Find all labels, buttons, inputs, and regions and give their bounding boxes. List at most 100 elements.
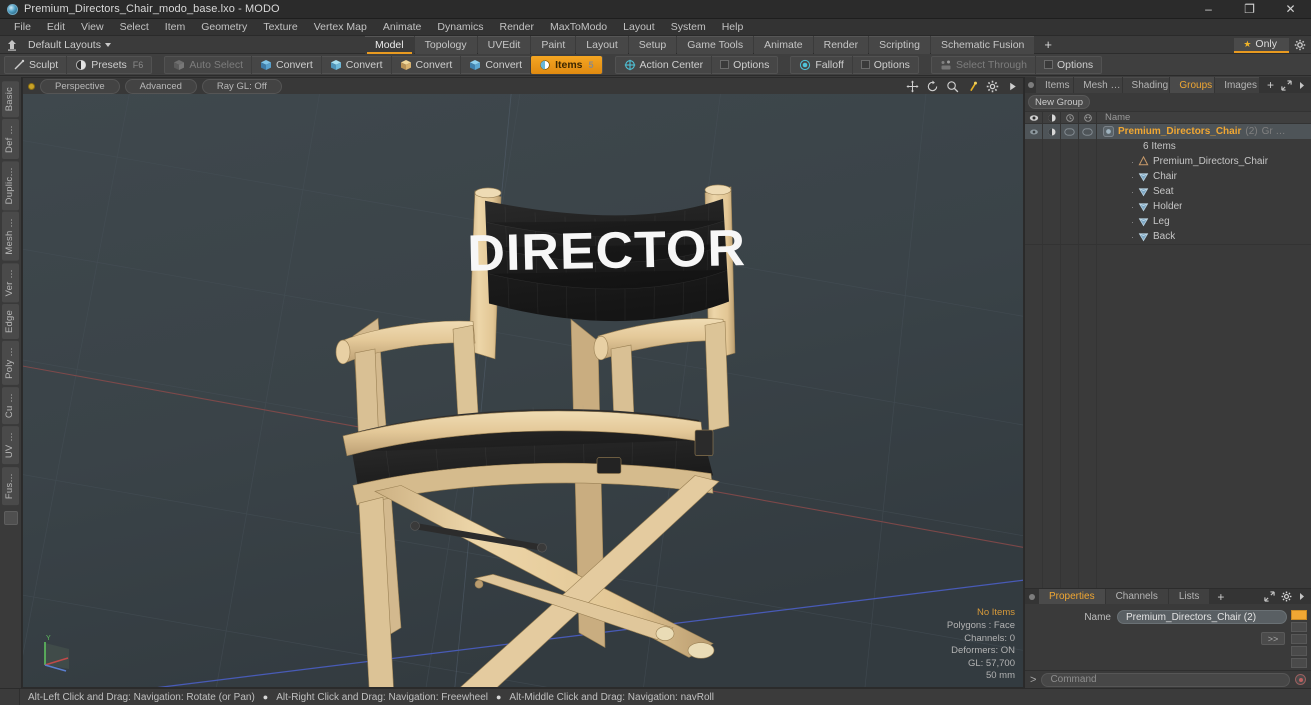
left-tab-fusion[interactable]: Fus… — [2, 466, 19, 505]
pan-icon[interactable] — [906, 80, 919, 93]
left-tab-polygon[interactable]: Poly … — [2, 341, 19, 386]
back-render-cell[interactable] — [1043, 229, 1061, 244]
layout-tab-animate[interactable]: Animate — [754, 35, 813, 54]
zoom-icon[interactable] — [946, 80, 959, 93]
seat-render-cell[interactable] — [1043, 184, 1061, 199]
menu-item-help[interactable]: Help — [714, 19, 752, 36]
back-visibility-cell[interactable] — [1025, 229, 1043, 244]
close-button[interactable]: ✕ — [1270, 0, 1311, 19]
locator-wire-cell[interactable] — [1079, 154, 1097, 169]
panel-tab-images[interactable]: Images — [1215, 77, 1259, 93]
tree-row-back[interactable]: · Back — [1025, 229, 1311, 244]
leg-visibility-cell[interactable] — [1025, 214, 1043, 229]
chair-wire-cell[interactable] — [1079, 169, 1097, 184]
sculpt-button[interactable]: Sculpt — [5, 55, 68, 74]
locator-render-cell[interactable] — [1043, 154, 1061, 169]
checkbox-icon[interactable] — [860, 60, 870, 69]
left-tab-mesh[interactable]: Mesh … — [2, 212, 19, 262]
left-tab-basic[interactable]: Basic — [2, 81, 19, 118]
seat-lock-cell[interactable] — [1061, 184, 1079, 199]
tree-row-locator[interactable]: · Premium_Directors_Chair — [1025, 154, 1311, 169]
back-lock-cell[interactable] — [1061, 229, 1079, 244]
falloff-button[interactable]: Falloff — [791, 55, 853, 74]
tree-row-chair[interactable]: · Chair — [1025, 169, 1311, 184]
viewport-projection-dropdown[interactable]: Perspective — [40, 78, 120, 95]
viewport-3d[interactable]: DIRECTOR No Items Polygons: Face Channe… — [23, 94, 1023, 687]
rotate-icon[interactable] — [926, 80, 939, 93]
panel-menu-icon[interactable] — [1025, 77, 1036, 93]
holder-lock-cell[interactable] — [1061, 199, 1079, 214]
viewport-raygl-dropdown[interactable]: Ray GL: Off — [201, 78, 282, 95]
color-swatch-4[interactable] — [1291, 658, 1307, 668]
menu-item-select[interactable]: Select — [112, 19, 157, 36]
menu-item-system[interactable]: System — [663, 19, 714, 36]
back-wire-cell[interactable] — [1079, 229, 1097, 244]
color-swatch-2[interactable] — [1291, 634, 1307, 644]
properties-more-button[interactable]: >> — [1261, 632, 1285, 645]
viewport-active-dot-icon[interactable] — [28, 83, 35, 90]
locator-lock-cell[interactable] — [1061, 154, 1079, 169]
record-icon[interactable] — [1295, 674, 1306, 685]
left-tab-vertex[interactable]: Ver … — [2, 263, 19, 303]
menu-item-animate[interactable]: Animate — [375, 19, 430, 36]
left-tab-uv[interactable]: UV … — [2, 426, 19, 465]
gear-icon[interactable] — [1281, 591, 1292, 602]
properties-name-input[interactable]: Premium_Directors_Chair (2) — [1117, 610, 1287, 624]
wire-icon[interactable] — [1079, 111, 1097, 124]
chevron-right-icon[interactable] — [1298, 592, 1306, 601]
chair-visibility-cell[interactable] — [1025, 169, 1043, 184]
add-panel-tab-button[interactable]: + — [1260, 77, 1281, 93]
row-wire-toggle[interactable] — [1079, 124, 1097, 139]
minimize-button[interactable]: – — [1188, 0, 1229, 19]
seat-visibility-cell[interactable] — [1025, 184, 1043, 199]
maximize-button[interactable]: ❐ — [1229, 0, 1270, 19]
visibility-icon[interactable] — [1025, 111, 1043, 124]
layout-tab-model[interactable]: Model — [365, 35, 414, 54]
properties-tab-properties[interactable]: Properties — [1039, 589, 1105, 604]
left-strip-handle[interactable] — [4, 510, 18, 525]
layout-tab-setup[interactable]: Setup — [628, 35, 677, 54]
menu-item-vertex-map[interactable]: Vertex Map — [306, 19, 375, 36]
color-swatch-1[interactable] — [1291, 622, 1307, 632]
properties-tab-lists[interactable]: Lists — [1168, 589, 1210, 604]
presets-button[interactable]: Presets F6 — [67, 56, 151, 74]
properties-menu-icon[interactable] — [1025, 589, 1039, 604]
only-toggle-button[interactable]: ★ Only — [1234, 37, 1289, 53]
panel-tab-items[interactable]: Items — [1036, 77, 1074, 93]
layout-tab-schematic-fusion[interactable]: Schematic Fusion — [930, 35, 1035, 54]
light-icon[interactable] — [966, 80, 979, 93]
convert-button-3[interactable]: Convert — [392, 55, 462, 74]
render-icon[interactable] — [1043, 111, 1061, 124]
menu-item-edit[interactable]: Edit — [39, 19, 73, 36]
play-icon[interactable] — [1006, 80, 1019, 93]
menu-item-dynamics[interactable]: Dynamics — [429, 19, 491, 36]
checkbox-icon[interactable] — [1043, 60, 1053, 69]
new-group-button[interactable]: New Group — [1028, 95, 1090, 109]
tree-row-group[interactable]: Premium_Directors_Chair (2) Gr … — [1025, 124, 1311, 139]
panel-tab-mesh[interactable]: Mesh … — [1074, 77, 1122, 93]
default-layouts-dropdown[interactable]: Default Layouts — [20, 39, 117, 51]
viewport-shading-dropdown[interactable]: Advanced — [124, 78, 197, 95]
leg-render-cell[interactable] — [1043, 214, 1061, 229]
auto-select-button[interactable]: Auto Select — [165, 55, 253, 74]
leg-wire-cell[interactable] — [1079, 214, 1097, 229]
holder-render-cell[interactable] — [1043, 199, 1061, 214]
gear-icon[interactable] — [986, 80, 999, 93]
layout-tab-paint[interactable]: Paint — [531, 35, 576, 54]
row-render-toggle[interactable] — [1043, 124, 1061, 139]
tree-row-leg[interactable]: · Leg — [1025, 214, 1311, 229]
panel-tab-groups[interactable]: Groups — [1170, 77, 1215, 93]
properties-tab-channels[interactable]: Channels — [1105, 589, 1168, 604]
home-icon[interactable] — [4, 39, 20, 51]
select-through-options-button[interactable]: Options — [1036, 56, 1101, 74]
left-tab-curve[interactable]: Cu … — [2, 387, 19, 425]
action-center-options-button[interactable]: Options — [712, 56, 777, 74]
layout-tab-layout[interactable]: Layout — [576, 35, 628, 54]
holder-visibility-cell[interactable] — [1025, 199, 1043, 214]
items-mode-button[interactable]: Items 5 — [531, 55, 602, 74]
left-tab-edge[interactable]: Edge — [2, 304, 19, 340]
menu-item-maxtomodo[interactable]: MaxToModo — [542, 19, 615, 36]
layout-tab-uvedit[interactable]: UVEdit — [477, 35, 531, 54]
color-swatch-active[interactable] — [1291, 610, 1307, 620]
menu-item-geometry[interactable]: Geometry — [193, 19, 255, 36]
